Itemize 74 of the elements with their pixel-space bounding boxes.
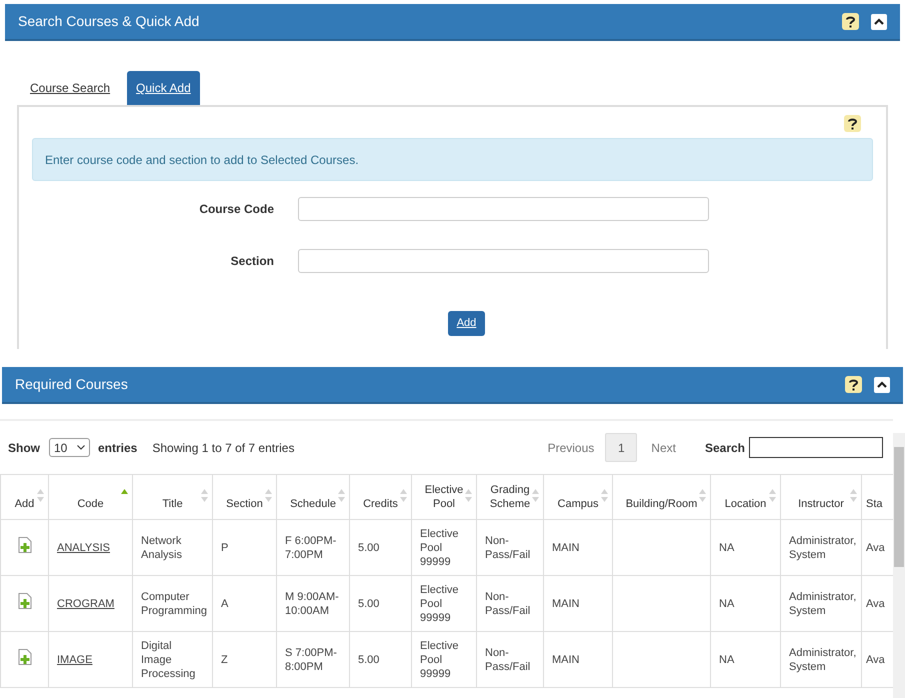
table-cell: 5.00 bbox=[358, 654, 380, 666]
tab[interactable]: Quick Add bbox=[127, 71, 200, 105]
table-cell: Administrator, System bbox=[789, 646, 856, 672]
add-button[interactable]: Add bbox=[448, 311, 486, 336]
help-icon[interactable] bbox=[842, 13, 859, 30]
table-cell: S 7:00PM-8:00PM bbox=[285, 646, 337, 672]
table-cell: Administrator, System bbox=[789, 534, 856, 560]
input-field[interactable] bbox=[298, 249, 709, 273]
table-cell: Ava bbox=[866, 654, 885, 666]
column-header[interactable]: Code bbox=[48, 474, 132, 520]
table-cell: 5.00 bbox=[358, 542, 380, 554]
chevron-down-icon bbox=[77, 445, 85, 450]
table-cell: Non-Pass/Fail bbox=[485, 646, 530, 672]
column-header[interactable]: Title bbox=[132, 474, 212, 520]
info-text: Enter course code and section to add to Selected Courses. bbox=[45, 152, 359, 168]
page-size-select[interactable]: 10 bbox=[49, 438, 90, 457]
table-cell: MAIN bbox=[552, 598, 580, 610]
panel-title: Required Courses bbox=[15, 375, 129, 394]
add-document-icon[interactable] bbox=[18, 648, 32, 665]
table-cell: A bbox=[221, 598, 228, 610]
table-cell: Network Analysis bbox=[141, 534, 182, 560]
table-cell: Elective Pool 99999 bbox=[420, 584, 459, 624]
collapse-icon[interactable] bbox=[871, 14, 887, 30]
table-cell: Z bbox=[221, 654, 228, 666]
collapse-icon[interactable] bbox=[874, 376, 890, 392]
course-code-link[interactable]: ANALYSIS bbox=[57, 542, 110, 554]
tab[interactable]: Course Search bbox=[21, 71, 120, 105]
input-field[interactable] bbox=[298, 197, 709, 221]
next-button[interactable]: Next bbox=[646, 438, 681, 456]
column-header[interactable]: Campus bbox=[544, 474, 612, 520]
column-header[interactable]: Schedule bbox=[276, 474, 350, 520]
table-cell: Ava bbox=[866, 542, 885, 554]
search-field[interactable] bbox=[749, 437, 883, 458]
table-cell: MAIN bbox=[552, 654, 580, 666]
table-cell: Elective Pool 99999 bbox=[420, 640, 459, 680]
table-cell: Elective Pool 99999 bbox=[420, 528, 459, 568]
add-document-icon[interactable] bbox=[18, 536, 32, 553]
table-cell: Digital Image Processing bbox=[141, 640, 196, 680]
table-cell: F 6:00PM-7:00PM bbox=[285, 534, 336, 560]
field-label: Course Code bbox=[198, 201, 275, 218]
table-cell: M 9:00AM-10:00AM bbox=[285, 590, 339, 616]
table-cell: P bbox=[221, 542, 228, 554]
table-cell: 5.00 bbox=[358, 598, 380, 610]
column-header[interactable]: Section bbox=[212, 474, 276, 520]
entries-label: entries bbox=[98, 440, 138, 456]
column-header[interactable]: Add bbox=[0, 474, 48, 520]
course-code-link[interactable]: CROGRAM bbox=[57, 598, 114, 610]
column-header[interactable]: Grading Scheme bbox=[476, 474, 544, 520]
field-label: Section bbox=[230, 253, 275, 270]
help-icon[interactable] bbox=[845, 376, 862, 393]
column-header[interactable]: Location bbox=[710, 474, 780, 520]
table-cell: NA bbox=[719, 598, 734, 610]
table-cell: Administrator, System bbox=[789, 590, 856, 616]
table-cell: Ava bbox=[866, 598, 885, 610]
add-document-icon[interactable] bbox=[18, 592, 32, 609]
table-cell: NA bbox=[719, 654, 734, 666]
column-header[interactable]: Instructor bbox=[780, 474, 862, 520]
column-header[interactable]: Credits bbox=[350, 474, 412, 520]
column-header[interactable]: Elective Pool bbox=[412, 474, 476, 520]
show-label: Show bbox=[8, 440, 40, 456]
table-cell: Non-Pass/Fail bbox=[485, 590, 530, 616]
column-header[interactable]: Building/Room bbox=[612, 474, 710, 520]
table-cell: Non-Pass/Fail bbox=[485, 534, 530, 560]
table-cell: Computer Programming bbox=[141, 590, 208, 616]
previous-button[interactable]: Previous bbox=[542, 438, 600, 456]
table-cell: NA bbox=[719, 542, 734, 554]
scrollbar[interactable] bbox=[893, 433, 905, 698]
table-cell: MAIN bbox=[552, 542, 580, 554]
course-code-link[interactable]: IMAGE bbox=[57, 654, 92, 666]
page-button[interactable]: 1 bbox=[605, 433, 638, 462]
help-icon[interactable] bbox=[844, 115, 861, 132]
panel-title: Search Courses & Quick Add bbox=[18, 12, 200, 31]
showing-info: Showing 1 to 7 of 7 entries bbox=[152, 440, 294, 456]
search-label: Search bbox=[704, 440, 745, 456]
